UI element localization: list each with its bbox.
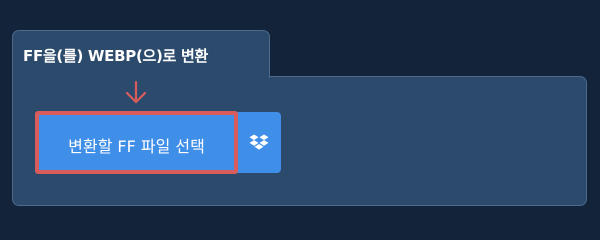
- converter-panel: FF을(를) WEBP(으)로 변환 변환할 FF 파일 선택: [12, 30, 588, 206]
- dropbox-button[interactable]: [236, 112, 281, 173]
- choose-file-label: 변환할 FF 파일 선택: [68, 137, 205, 156]
- down-arrow-icon: [125, 81, 147, 104]
- choose-file-button[interactable]: 변환할 FF 파일 선택: [35, 111, 238, 174]
- dropbox-icon: [249, 134, 269, 150]
- converter-tab: FF을(를) WEBP(으)로 변환: [12, 30, 270, 78]
- converter-title: FF을(를) WEBP(으)로 변환: [23, 47, 208, 65]
